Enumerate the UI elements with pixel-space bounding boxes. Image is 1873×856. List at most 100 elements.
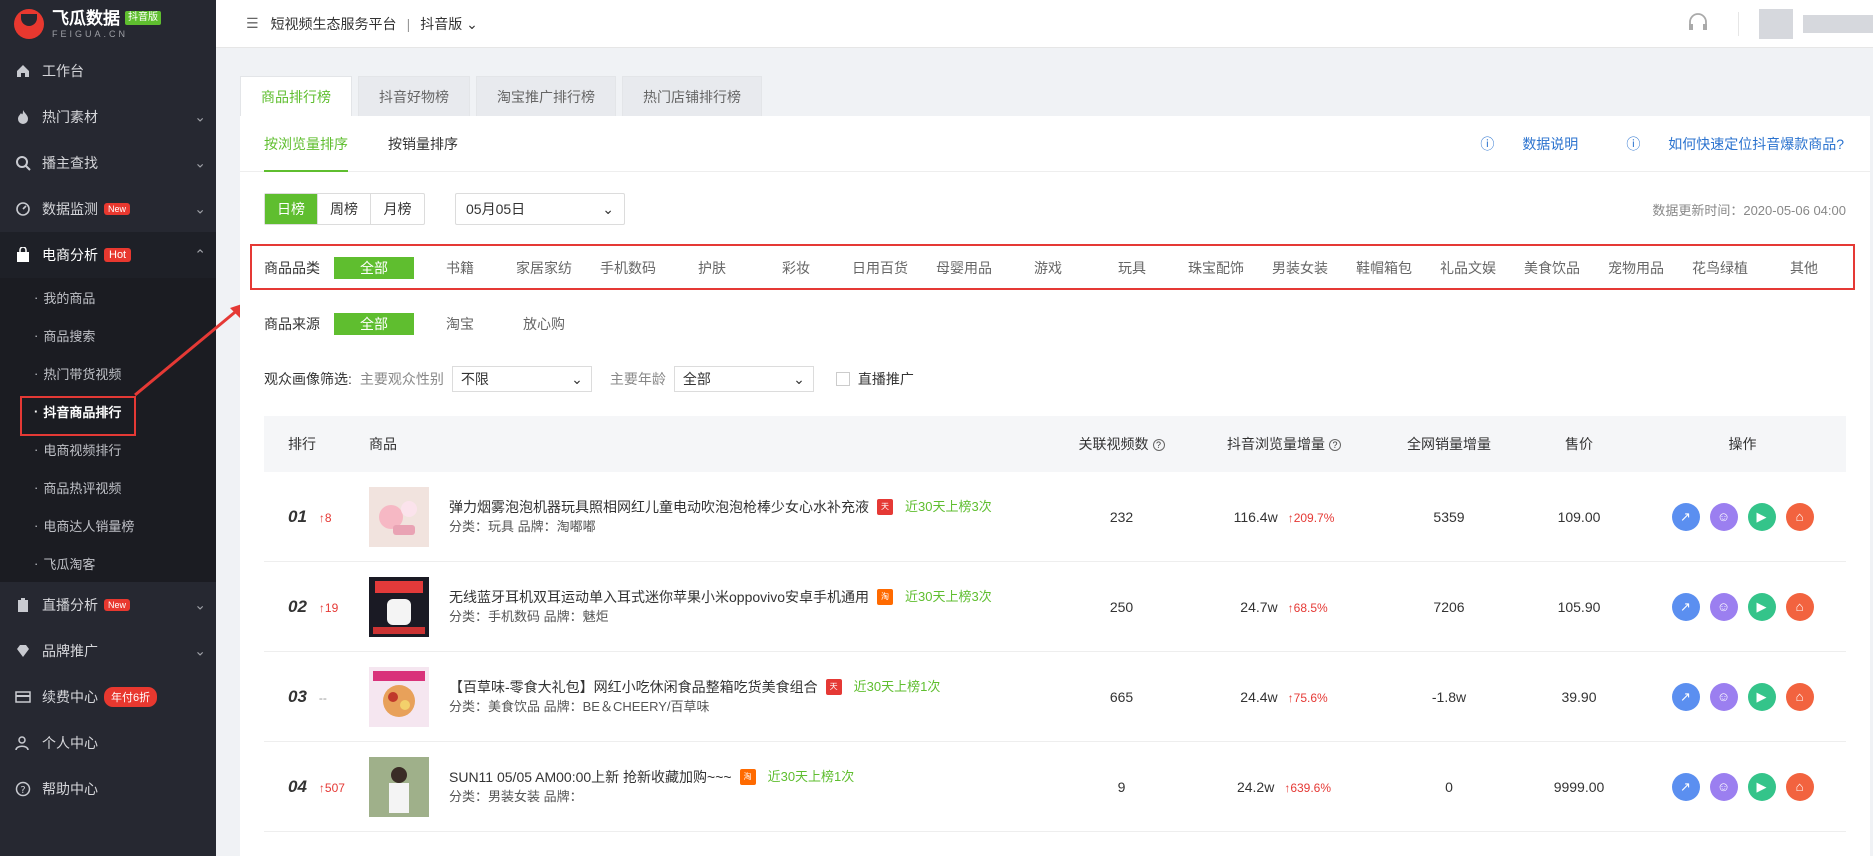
sidebar-item-ecommerce[interactable]: 电商分析 Hot ⌃ <box>0 232 216 278</box>
product-thumbnail[interactable] <box>369 576 429 637</box>
person-icon[interactable]: ☺ <box>1709 502 1738 531</box>
category-option[interactable]: 母婴用品 <box>922 258 1006 278</box>
category-option[interactable]: 宠物用品 <box>1594 258 1678 278</box>
trend-chart-icon[interactable]: ↗ <box>1671 682 1700 711</box>
onlist-count: 近30天上榜3次 <box>905 498 992 514</box>
version-select[interactable]: 抖音版 ⌄ <box>420 14 478 34</box>
store-icon[interactable]: ⌂ <box>1785 682 1814 711</box>
sidebar-item-profile[interactable]: 个人中心 <box>0 720 216 766</box>
sidebar-item-workbench[interactable]: 工作台 <box>0 48 216 94</box>
view-increment: 24.7w <box>1240 598 1278 615</box>
category-option[interactable]: 游戏 <box>1006 258 1090 278</box>
period-day[interactable]: 日榜 <box>265 194 318 224</box>
trend-chart-icon[interactable]: ↗ <box>1671 592 1700 621</box>
category-option[interactable]: 日用百货 <box>838 258 922 278</box>
category-option[interactable]: 男装女装 <box>1258 258 1342 278</box>
table-row[interactable]: 02 ↑19 无线蓝牙耳机双耳运动单入耳式迷你苹果小米oppovivo安卓手机通用… <box>264 562 1846 652</box>
store-icon[interactable]: ⌂ <box>1785 592 1814 621</box>
subnav-product-search[interactable]: 商品搜索 <box>0 316 216 354</box>
product-title[interactable]: 无线蓝牙耳机双耳运动单入耳式迷你苹果小米oppovivo安卓手机通用 <box>449 587 869 607</box>
source-taobao[interactable]: 淘宝 <box>418 314 502 334</box>
person-icon[interactable]: ☺ <box>1709 682 1738 711</box>
product-meta: 分类：手机数码 品牌：魅炬 <box>449 608 609 624</box>
sort-by-sales[interactable]: 按销量排序 <box>388 116 458 172</box>
product-title[interactable]: 弹力烟雾泡泡机器玩具照相网红儿童电动吹泡泡枪棒少女心水补充液 <box>449 497 869 517</box>
sort-by-views[interactable]: 按浏览量排序 <box>264 116 348 172</box>
col-views[interactable]: 抖音浏览量增量? <box>1189 434 1379 454</box>
gender-select[interactable]: 不限 ⌄ <box>451 366 592 392</box>
play-icon[interactable]: ▶ <box>1747 682 1776 711</box>
sidebar-item-hot-material[interactable]: 热门素材 ⌄ <box>0 94 216 140</box>
search-icon <box>14 154 32 172</box>
store-icon[interactable]: ⌂ <box>1785 502 1814 531</box>
subnav-hot-videos[interactable]: 热门带货视频 <box>0 354 216 392</box>
category-option[interactable]: 家居家纺 <box>502 258 586 278</box>
age-select[interactable]: 全部 ⌄ <box>673 366 814 392</box>
username-blurred[interactable] <box>1803 15 1873 33</box>
source-all[interactable]: 全部 <box>334 313 414 335</box>
col-views-label: 抖音浏览量增量 <box>1227 436 1325 452</box>
sidebar-item-live-analysis[interactable]: 直播分析 New ⌄ <box>0 582 216 628</box>
product-thumbnail[interactable] <box>369 756 429 817</box>
date-select[interactable]: 05月05日 ⌄ <box>455 193 625 225</box>
category-option[interactable]: 护肤 <box>670 258 754 278</box>
sidebar-item-brand-promo[interactable]: 品牌推广 ⌄ <box>0 628 216 674</box>
category-option[interactable]: 彩妆 <box>754 258 838 278</box>
headset-icon[interactable] <box>1686 11 1710 38</box>
play-icon[interactable]: ▶ <box>1747 592 1776 621</box>
view-increment: 24.2w <box>1236 778 1275 795</box>
question-icon: ⓘ <box>1480 136 1495 152</box>
product-thumbnail[interactable] <box>369 486 429 547</box>
onlist-count: 近30天上榜1次 <box>853 678 941 694</box>
category-option[interactable]: 鞋帽箱包 <box>1342 258 1426 278</box>
sidebar-item-monitoring[interactable]: 数据监测 New ⌄ <box>0 186 216 232</box>
product-title[interactable]: 【百草味-零食大礼包】网红小吃休闲食品整箱吃货美食组合 <box>449 677 818 697</box>
table-row[interactable]: 03 -- 【百草味-零食大礼包】网红小吃休闲食品整箱吃货美食组合天近30天上榜1… <box>264 652 1846 742</box>
gender-label: 主要观众性别 <box>359 371 444 387</box>
table-row[interactable]: 01 ↑8 弹力烟雾泡泡机器玩具照相网红儿童电动吹泡泡枪棒少女心水补充液天近30天… <box>264 472 1846 562</box>
subnav-influencer-sales[interactable]: 电商达人销量榜 <box>0 506 216 544</box>
person-icon[interactable]: ☺ <box>1709 592 1738 621</box>
menu-toggle-icon[interactable]: ☰ <box>246 15 259 32</box>
tab-taobao-promo[interactable]: 淘宝推广排行榜 <box>476 76 616 116</box>
category-option[interactable]: 书籍 <box>418 258 502 278</box>
data-note-link[interactable]: ⓘ 数据说明 <box>1456 134 1578 154</box>
category-option[interactable]: 珠宝配饰 <box>1174 258 1258 278</box>
table-row[interactable]: 04 ↑507 SUN11 05/05 AM00:00上新 抢新收藏加购~~~ 淘近… <box>264 742 1846 832</box>
sidebar-item-renewal[interactable]: 续费中心 年付6折 <box>0 674 216 720</box>
period-week[interactable]: 周榜 <box>318 194 371 224</box>
sidebar-item-help[interactable]: ? 帮助中心 <box>0 766 216 812</box>
period-month[interactable]: 月榜 <box>371 194 424 224</box>
subnav-feigua-taoke[interactable]: 飞瓜淘客 <box>0 544 216 582</box>
live-promo-checkbox[interactable] <box>835 372 850 386</box>
sidebar-item-label: 电商分析 <box>42 247 98 263</box>
howto-link[interactable]: ⓘ 如何快速定位抖音爆款商品? <box>1602 134 1844 154</box>
subnav-my-products[interactable]: 我的商品 <box>0 278 216 316</box>
trend-chart-icon[interactable]: ↗ <box>1671 772 1700 801</box>
avatar[interactable] <box>1759 9 1793 39</box>
play-icon[interactable]: ▶ <box>1747 502 1776 531</box>
tab-douyin-goods[interactable]: 抖音好物榜 <box>358 76 470 116</box>
source-fangxingou[interactable]: 放心购 <box>502 314 586 334</box>
product-thumbnail[interactable] <box>369 666 429 727</box>
category-all[interactable]: 全部 <box>334 257 414 279</box>
subnav-hot-comment-videos[interactable]: 商品热评视频 <box>0 468 216 506</box>
sidebar-item-streamer-search[interactable]: 播主查找 ⌄ <box>0 140 216 186</box>
store-icon[interactable]: ⌂ <box>1785 772 1814 801</box>
category-option[interactable]: 花鸟绿植 <box>1678 258 1762 278</box>
video-count: 250 <box>1109 598 1134 615</box>
tab-hot-stores[interactable]: 热门店铺排行榜 <box>622 76 762 116</box>
category-option[interactable]: 手机数码 <box>586 258 670 278</box>
product-title[interactable]: SUN11 05/05 AM00:00上新 抢新收藏加购~~~ <box>449 767 732 787</box>
category-option[interactable]: 美食饮品 <box>1510 258 1594 278</box>
category-option[interactable]: 其他 <box>1762 258 1846 278</box>
logo[interactable]: 飞瓜数据 抖音版 FEIGUA.CN <box>0 0 216 48</box>
person-icon[interactable]: ☺ <box>1709 772 1738 801</box>
col-videos[interactable]: 关联视频数? <box>1054 434 1189 454</box>
category-option[interactable]: 玩具 <box>1090 258 1174 278</box>
play-icon[interactable]: ▶ <box>1747 772 1776 801</box>
category-option[interactable]: 礼品文娱 <box>1426 258 1510 278</box>
trend-chart-icon[interactable]: ↗ <box>1671 502 1700 531</box>
tab-product-ranking[interactable]: 商品排行榜 <box>240 76 352 116</box>
rank-number: 01 <box>288 506 307 526</box>
